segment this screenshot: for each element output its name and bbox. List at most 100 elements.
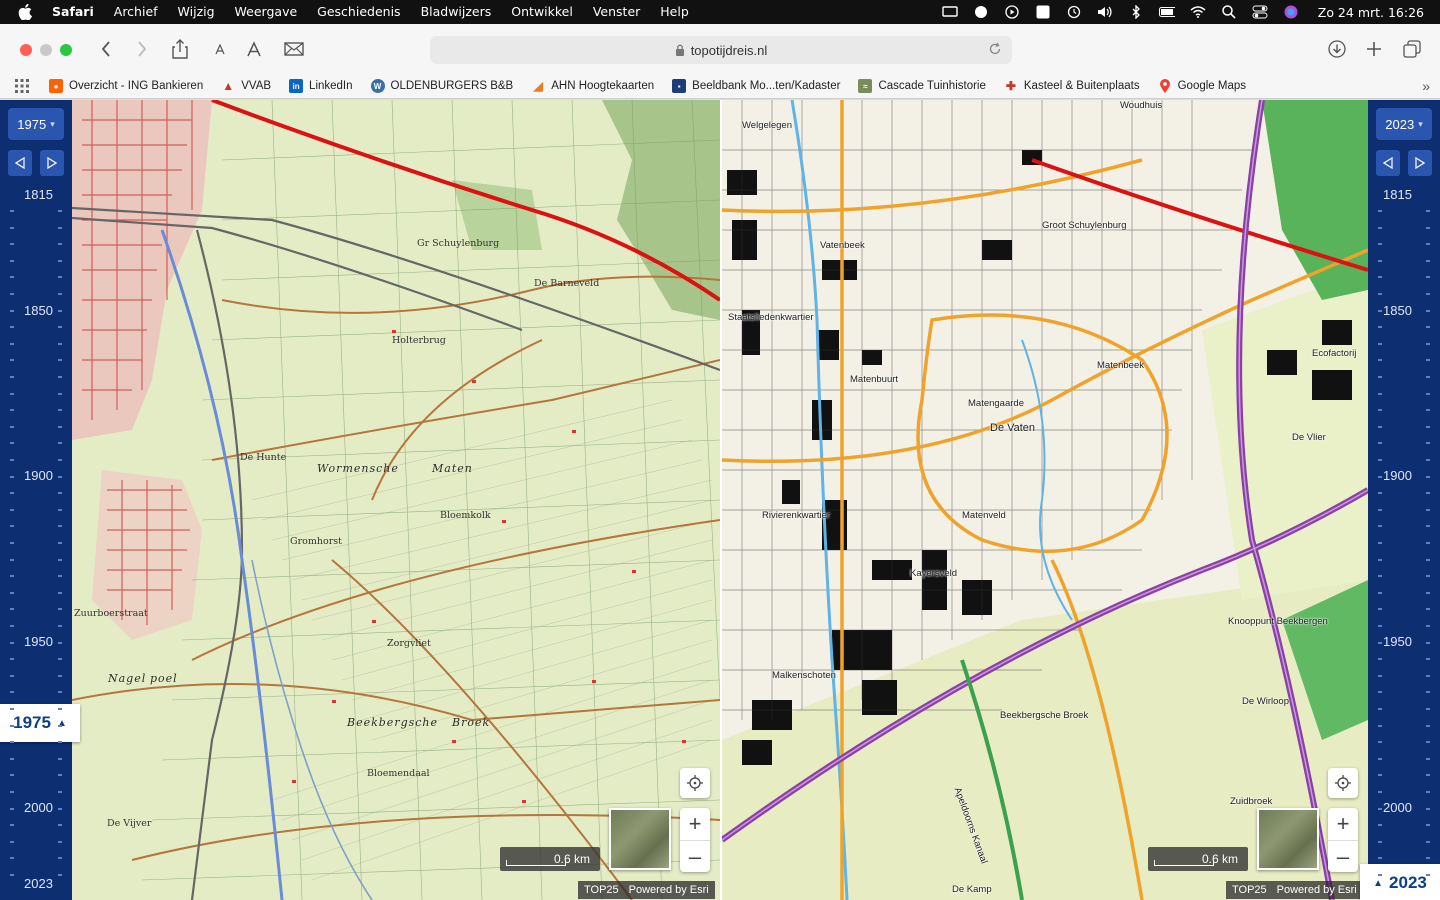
next-year-button[interactable] bbox=[1408, 150, 1432, 176]
window-minimize-button[interactable] bbox=[40, 44, 52, 56]
timeline-tick bbox=[10, 310, 14, 312]
timeline-tick bbox=[1426, 741, 1430, 743]
menubar-clock[interactable]: Zo 24 mrt. 16:26 bbox=[1318, 5, 1424, 20]
menu-geschiedenis[interactable]: Geschiedenis bbox=[317, 0, 400, 24]
bookmark-google-maps[interactable]: Google Maps bbox=[1158, 79, 1246, 93]
battery-icon[interactable] bbox=[1158, 5, 1175, 19]
basemap-thumbnail[interactable] bbox=[609, 808, 671, 870]
menu-wijzig[interactable]: Wijzig bbox=[178, 0, 215, 24]
timeline-tick bbox=[1378, 476, 1382, 478]
timeline-tick bbox=[1378, 276, 1382, 278]
bookmark-oldenburgers[interactable]: W OLDENBURGERS B&B bbox=[370, 79, 513, 93]
spotlight-search-icon[interactable] bbox=[1221, 5, 1237, 19]
forward-button[interactable] bbox=[130, 37, 154, 61]
timeline-tick bbox=[1426, 774, 1430, 776]
map-pane-2023[interactable]: Welgelegen Woudhuis Groot Schuylenburg V… bbox=[722, 100, 1368, 900]
kadaster-icon: ▪ bbox=[672, 79, 687, 93]
favorites-grid-icon[interactable] bbox=[15, 79, 29, 93]
siri-icon[interactable] bbox=[1283, 5, 1299, 19]
timeline-tick bbox=[1426, 476, 1430, 478]
window-close-button[interactable] bbox=[20, 44, 32, 56]
timeline-tick bbox=[1426, 210, 1430, 212]
zoom-in-button[interactable]: + bbox=[1328, 808, 1358, 840]
timeline-tick bbox=[1426, 559, 1430, 561]
triangle-left-icon bbox=[15, 157, 25, 169]
address-bar[interactable]: topotijdreis.nl bbox=[430, 36, 1012, 64]
previous-year-button[interactable] bbox=[8, 150, 32, 176]
bookmark-kadaster[interactable]: ▪ Beeldbank Mo...ten/Kadaster bbox=[672, 79, 840, 93]
timeline-tick bbox=[1378, 376, 1382, 378]
timeline-tick bbox=[1378, 559, 1382, 561]
text-smaller-button[interactable] bbox=[208, 37, 232, 61]
share-button[interactable] bbox=[168, 37, 192, 61]
timeline-tick bbox=[1378, 260, 1382, 262]
menu-bladwijzers[interactable]: Bladwijzers bbox=[421, 0, 492, 24]
timeline-tick bbox=[1426, 459, 1430, 461]
timeline-left[interactable]: 1975 ▾ 1815 1850 1900 1950 2000 2023 197… bbox=[0, 100, 80, 900]
timeline-tick bbox=[58, 525, 62, 527]
bookmark-cascade[interactable]: ≈ Cascade Tuinhistorie bbox=[858, 79, 986, 93]
zoom-out-button[interactable]: – bbox=[680, 840, 710, 872]
timeline-tick bbox=[1426, 625, 1430, 627]
text-larger-button[interactable] bbox=[242, 37, 266, 61]
menu-archief[interactable]: Archief bbox=[114, 0, 158, 24]
timeline-right[interactable]: 2023 ▾ 1815 1850 1900 1950 2000 ▲ 2023 bbox=[1360, 100, 1440, 900]
locate-me-button[interactable] bbox=[680, 768, 710, 798]
apple-menu-icon[interactable] bbox=[18, 3, 36, 21]
locate-me-button[interactable] bbox=[1328, 768, 1358, 798]
time-machine-icon[interactable] bbox=[1066, 5, 1082, 19]
year-select-left[interactable]: 1975 ▾ bbox=[8, 108, 64, 140]
map-label: Groot Schuylenburg bbox=[1042, 220, 1127, 231]
menu-ontwikkel[interactable]: Ontwikkel bbox=[511, 0, 573, 24]
timeline-tick bbox=[10, 575, 14, 577]
wifi-icon[interactable] bbox=[1190, 5, 1206, 19]
bluetooth-icon[interactable] bbox=[1128, 5, 1144, 19]
bookmark-ing[interactable]: ● Overzicht - ING Bankieren bbox=[49, 79, 203, 93]
tab-overview-button[interactable] bbox=[1400, 37, 1424, 61]
attribution-source[interactable]: TOP25 bbox=[1232, 884, 1267, 896]
timeline-tick bbox=[58, 276, 62, 278]
volume-icon[interactable] bbox=[1097, 5, 1113, 19]
window-zoom-button[interactable] bbox=[60, 44, 72, 56]
current-year-badge-right[interactable]: ▲ 2023 bbox=[1360, 864, 1440, 900]
attribution-powered[interactable]: Powered by Esri bbox=[629, 884, 709, 896]
bookmarks-overflow-icon[interactable]: » bbox=[1422, 78, 1430, 94]
bookmark-linkedin[interactable]: in LinkedIn bbox=[289, 79, 353, 93]
timeline-tick bbox=[10, 559, 14, 561]
map-label: Maten bbox=[432, 462, 473, 475]
bookmark-ahn[interactable]: ◢ AHN Hoogtekaarten bbox=[531, 79, 655, 93]
timeline-tick bbox=[58, 492, 62, 494]
text-input-icon[interactable] bbox=[1035, 5, 1051, 19]
next-year-button[interactable] bbox=[40, 150, 64, 176]
back-button[interactable] bbox=[94, 37, 118, 61]
menu-venster[interactable]: Venster bbox=[593, 0, 640, 24]
play-icon[interactable] bbox=[1004, 5, 1020, 19]
timeline-tick bbox=[1426, 393, 1430, 395]
tick-label: 1850 bbox=[1383, 303, 1412, 318]
mail-share-button[interactable] bbox=[282, 37, 306, 61]
basemap-thumbnail[interactable] bbox=[1257, 808, 1319, 870]
attribution-powered[interactable]: Powered by Esri bbox=[1277, 884, 1357, 896]
map-pane-1975[interactable]: Gr Schuylenburg De Barneveld Holterbrug … bbox=[72, 100, 720, 900]
bookmark-vvab[interactable]: ▲ VVAB bbox=[221, 79, 271, 93]
attribution-source[interactable]: TOP25 bbox=[584, 884, 619, 896]
zoom-in-button[interactable]: + bbox=[680, 808, 710, 840]
screen-mirror-icon[interactable] bbox=[942, 5, 958, 19]
menu-app-safari[interactable]: Safari bbox=[52, 0, 94, 24]
zoom-out-button[interactable]: – bbox=[1328, 840, 1358, 872]
reload-icon[interactable] bbox=[988, 42, 1004, 58]
timeline-tick bbox=[58, 592, 62, 594]
app-badge-icon[interactable] bbox=[973, 5, 989, 19]
timeline-tick bbox=[1426, 359, 1430, 361]
timeline-tick bbox=[10, 725, 14, 727]
downloads-button[interactable] bbox=[1325, 37, 1349, 61]
bookmark-kasteel[interactable]: ✚ Kasteel & Buitenplaats bbox=[1004, 79, 1140, 93]
new-tab-button[interactable] bbox=[1362, 37, 1386, 61]
menu-weergave[interactable]: Weergave bbox=[235, 0, 298, 24]
timeline-tick bbox=[58, 824, 62, 826]
timeline-tick bbox=[58, 625, 62, 627]
previous-year-button[interactable] bbox=[1376, 150, 1400, 176]
year-select-right[interactable]: 2023 ▾ bbox=[1376, 108, 1432, 140]
control-center-icon[interactable] bbox=[1252, 5, 1268, 19]
menu-help[interactable]: Help bbox=[660, 0, 689, 24]
